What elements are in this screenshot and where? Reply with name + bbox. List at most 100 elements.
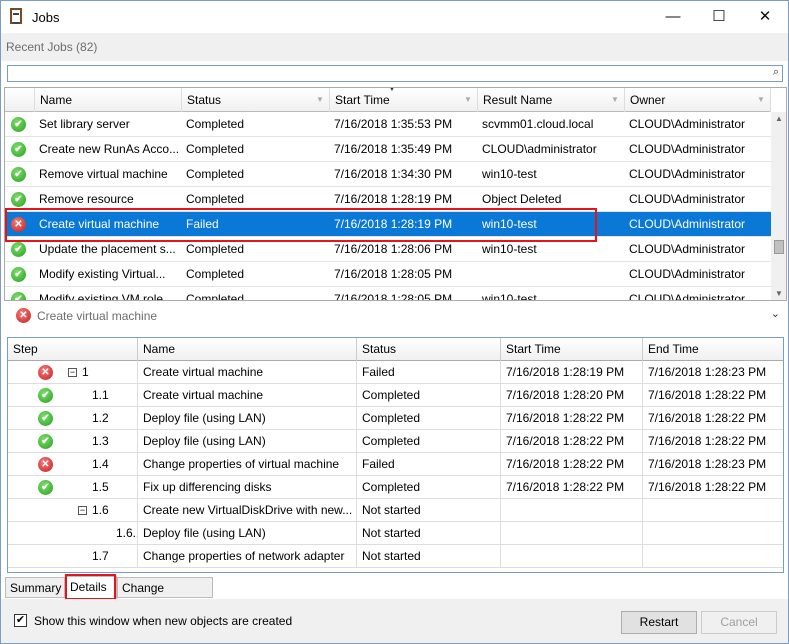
jobs-grid: Name Status Start Time Result Name Owner ▼ ▼ ▼ ▼… (4, 87, 787, 301)
step-row[interactable]: 1.6.1Deploy file (using LAN)Not started (8, 522, 783, 545)
step-number: 1.4 (92, 457, 109, 471)
step-row[interactable]: ✔ 1.3 Deploy file (using LAN) Completed 7/16… (8, 430, 783, 453)
scroll-up-icon[interactable]: ▲ (771, 114, 786, 123)
filter-dropdown-icon[interactable]: ▼ (611, 88, 619, 112)
title-bar: Jobs — ☐ ✕ (1, 1, 788, 33)
step-name: Create new VirtualDiskDrive with new... (138, 499, 357, 521)
step-status: Completed (357, 384, 501, 406)
header-icon-column[interactable] (5, 88, 35, 112)
step-row[interactable]: ✔ 1.2 Deploy file (using LAN) Completed 7/16… (8, 407, 783, 430)
success-icon: ✔ (11, 167, 26, 182)
collapse-chevron-icon[interactable]: ⌄ (771, 307, 780, 320)
scroll-down-icon[interactable]: ▼ (771, 289, 786, 298)
job-name: Remove virtual machine (39, 167, 168, 181)
column-header-name[interactable]: Name (35, 88, 182, 112)
steps-table-header: Step Name Status Start Time End Time (8, 338, 783, 361)
tab-summary[interactable]: Summary (5, 577, 65, 598)
step-start: 7/16/2018 1:28:22 PM (501, 407, 643, 429)
job-name: Create new RunAs Acco... (39, 142, 180, 156)
job-status: Completed (186, 142, 245, 156)
column-header-start-time[interactable]: Start Time (501, 338, 643, 361)
step-name: Deploy file (using LAN) (138, 407, 357, 429)
column-header-owner[interactable]: Owner (625, 88, 771, 112)
step-start (501, 522, 643, 544)
step-start (501, 545, 643, 567)
step-name: Change properties of virtual machine (138, 453, 357, 475)
job-result (478, 262, 625, 286)
jobs-scrollbar[interactable]: ▲ ▼ (771, 112, 786, 300)
step-row[interactable]: −1.6 Create new VirtualDiskDrive with new… (8, 499, 783, 522)
error-icon: ✕ (38, 457, 53, 472)
step-end (643, 499, 783, 521)
column-header-status[interactable]: Status (357, 338, 501, 361)
job-name: Modify existing VM role... (39, 292, 174, 301)
job-start: 7/16/2018 1:35:49 PM (334, 142, 453, 156)
step-row[interactable]: ✕ −1 Create virtual machine Failed 7/16/2018… (8, 361, 783, 384)
job-row[interactable]: ✔ Modify existing Virtual... Completed 7/16… (5, 262, 771, 287)
filter-dropdown-icon[interactable]: ▼ (757, 88, 765, 112)
column-header-step[interactable]: Step (8, 338, 138, 361)
search-input[interactable]: ⌕ (7, 65, 783, 82)
job-result: win10-test (482, 292, 537, 301)
job-status: Completed (186, 292, 245, 301)
step-status: Failed (357, 361, 501, 383)
job-status: Completed (186, 167, 245, 181)
step-number: 1.6 (92, 503, 109, 517)
job-name: Modify existing Virtual... (39, 267, 166, 281)
step-status: Not started (357, 545, 501, 567)
show-window-checkbox[interactable]: ✔ (14, 614, 27, 627)
step-end: 7/16/2018 1:28:22 PM (643, 476, 783, 498)
step-status: Completed (357, 476, 501, 498)
filter-dropdown-icon[interactable]: ▼ (316, 88, 324, 112)
job-row[interactable]: ✔ Modify existing VM role... Completed 7/16… (5, 287, 771, 301)
tab-change-tracking[interactable]: Change Tracking (117, 577, 213, 615)
job-owner: CLOUD\Administrator (629, 292, 746, 301)
step-number: 1.3 (92, 434, 109, 448)
step-number: 1.7 (92, 549, 109, 563)
minimize-button[interactable]: — (650, 1, 696, 33)
scroll-thumb[interactable] (774, 240, 784, 254)
job-status: Completed (186, 117, 245, 131)
close-button[interactable]: ✕ (742, 1, 788, 33)
sort-descending-icon: ▼ (388, 87, 396, 93)
collapse-expander-icon[interactable]: − (68, 368, 77, 377)
step-end (643, 522, 783, 544)
success-icon: ✔ (38, 480, 53, 495)
job-owner: CLOUD\Administrator (629, 242, 746, 256)
details-header: ✕ Create virtual machine ⌄ (1, 303, 788, 329)
step-start: 7/16/2018 1:28:22 PM (501, 430, 643, 452)
search-icon[interactable]: ⌕ (773, 66, 779, 79)
restart-button[interactable]: Restart (621, 611, 697, 634)
column-header-result-name[interactable]: Result Name (478, 88, 625, 112)
step-cell: −1.6 (8, 499, 138, 521)
job-status: Completed (186, 267, 245, 281)
step-status: Not started (357, 522, 501, 544)
window-title: Jobs (32, 10, 60, 25)
success-icon: ✔ (11, 192, 26, 207)
column-header-status[interactable]: Status (182, 88, 330, 112)
step-row[interactable]: ✔ 1.5 Fix up differencing disks Completed 7/… (8, 476, 783, 499)
step-end: 7/16/2018 1:28:23 PM (643, 361, 783, 383)
step-name: Fix up differencing disks (138, 476, 357, 498)
success-icon: ✔ (11, 117, 26, 132)
job-row[interactable]: ✔ Remove virtual machine Completed 7/16/201… (5, 162, 771, 187)
column-header-name[interactable]: Name (138, 338, 357, 361)
job-row[interactable]: ✔ Set library server Completed 7/16/2018 1:… (5, 112, 771, 137)
job-owner: CLOUD\Administrator (629, 167, 746, 181)
step-cell: ✕ −1 (8, 361, 138, 383)
step-end: 7/16/2018 1:28:22 PM (643, 384, 783, 406)
job-row[interactable]: ✔ Create new RunAs Acco... Completed 7/16/2… (5, 137, 771, 162)
step-row[interactable]: ✕ 1.4 Change properties of virtual machine… (8, 453, 783, 476)
step-row[interactable]: ✔ 1.1 Create virtual machine Completed 7/16/… (8, 384, 783, 407)
step-cell: ✕ 1.4 (8, 453, 138, 475)
step-row[interactable]: 1.7 Change properties of network adapter N… (8, 545, 783, 568)
highlight-box-failed-job (5, 208, 597, 242)
column-header-start-time[interactable]: Start Time (330, 88, 478, 112)
collapse-expander-icon[interactable]: − (78, 506, 87, 515)
job-owner: CLOUD\Administrator (629, 192, 746, 206)
highlight-box-details-tab (65, 574, 116, 600)
maximize-button[interactable]: ☐ (696, 1, 742, 33)
filter-dropdown-icon[interactable]: ▼ (464, 88, 472, 112)
column-header-end-time[interactable]: End Time (643, 338, 783, 361)
job-owner: CLOUD\Administrator (629, 117, 746, 131)
